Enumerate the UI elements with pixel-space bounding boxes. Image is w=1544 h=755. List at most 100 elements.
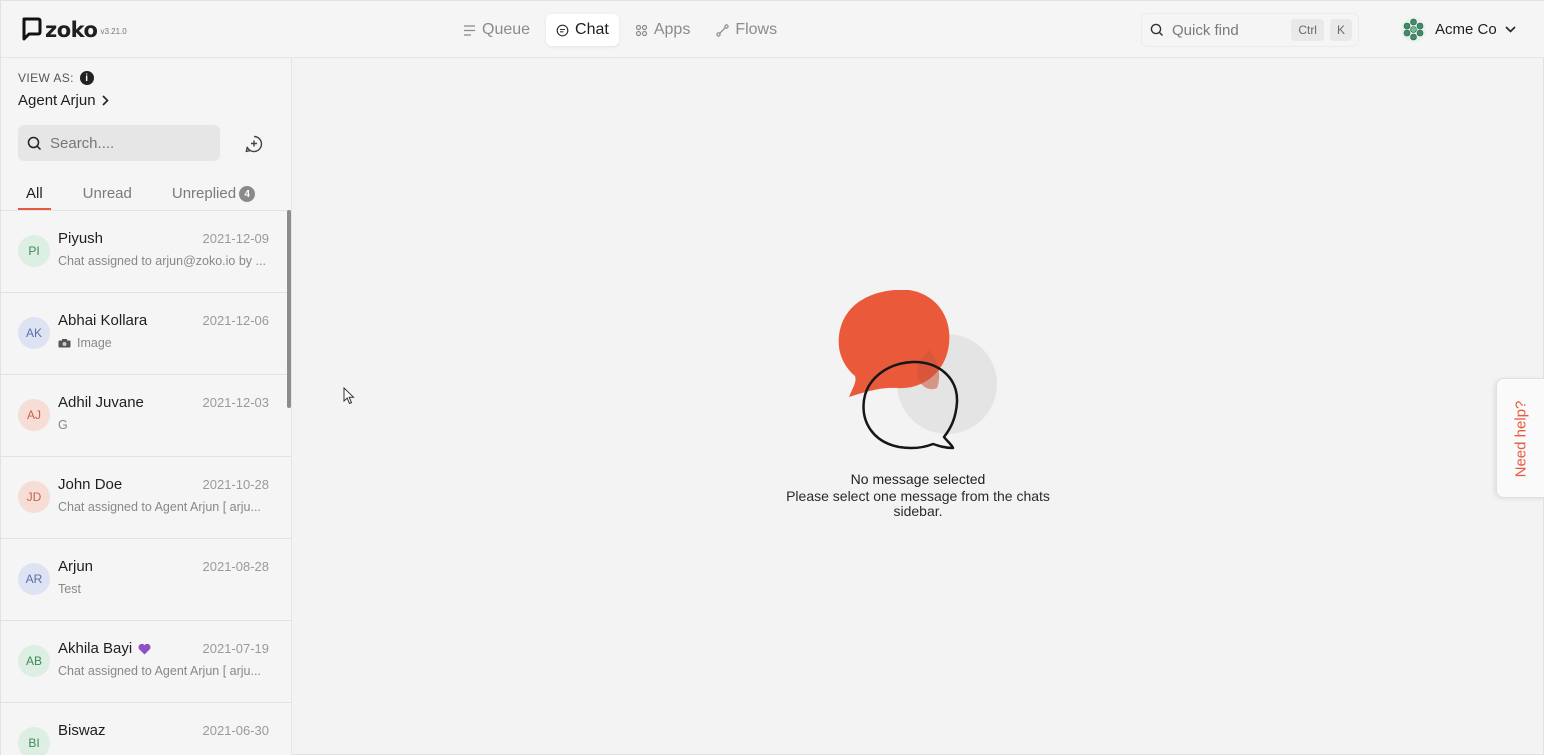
tab-unread[interactable]: Unread <box>75 178 140 210</box>
chat-date: 2021-07-19 <box>202 641 270 656</box>
avatar: AJ <box>18 399 50 431</box>
shortcut-key-ctrl: Ctrl <box>1291 19 1324 41</box>
chat-preview-text: G <box>58 418 68 432</box>
chat-list-scrollbar[interactable] <box>287 210 291 408</box>
app-version: v3.21.0 <box>100 27 127 36</box>
chevron-right-icon <box>101 95 109 106</box>
chat-content-area: No message selected Please select one me… <box>292 58 1544 755</box>
view-as-label: VIEW AS: <box>18 71 74 85</box>
chat-date: 2021-08-28 <box>202 559 270 574</box>
avatar: AK <box>18 317 50 349</box>
tab-all[interactable]: All <box>18 178 51 210</box>
logo-mark-icon <box>22 17 42 41</box>
chat-list-item[interactable]: JD John Doe 2021-10-28 Chat assigned to … <box>1 456 291 538</box>
quick-find-label: Quick find <box>1172 21 1239 39</box>
empty-chat-illustration-icon <box>838 290 997 450</box>
contact-name: Akhila Bayi <box>58 640 151 657</box>
chat-preview-text: Chat assigned to Agent Arjun [ arju... <box>58 500 261 514</box>
agent-name: Agent Arjun <box>18 92 96 109</box>
chat-list-item[interactable]: AK Abhai Kollara 2021-12-06 Image <box>1 292 291 374</box>
nav-apps-label: Apps <box>653 21 691 38</box>
chats-sidebar: VIEW AS: i Agent Arjun All Unread Unrepl… <box>1 58 292 755</box>
search-icon <box>1150 23 1163 36</box>
top-navigation-bar: zoko v3.21.0 Queue Chat Apps Flows Quick… <box>1 1 1544 58</box>
chat-preview: Chat assigned to arjun@zoko.io by ... <box>58 254 272 268</box>
chat-preview-text: Test <box>58 582 81 596</box>
org-logo-icon <box>1401 17 1426 42</box>
contact-name-text: Adhil Juvane <box>58 394 144 411</box>
avatar: BI <box>18 727 50 755</box>
chat-list-item[interactable]: PI Piyush 2021-12-09 Chat assigned to ar… <box>1 210 291 292</box>
search-icon <box>27 136 42 150</box>
need-help-button[interactable]: Need help? <box>1496 378 1544 498</box>
contact-name: Piyush <box>58 230 103 247</box>
chat-preview-text: Image <box>77 336 112 350</box>
contact-name-text: Abhai Kollara <box>58 312 148 329</box>
chat-preview-text: Chat assigned to Agent Arjun [ arju... <box>58 664 261 678</box>
apps-icon <box>635 24 647 36</box>
contact-name: Arjun <box>58 558 93 575</box>
avatar: AB <box>18 645 50 677</box>
chat-preview: G <box>58 418 272 432</box>
chat-date: 2021-06-30 <box>202 723 270 738</box>
chat-list-item[interactable]: BI Biswaz 2021-06-30 <box>1 702 291 755</box>
chat-preview: Test <box>58 582 272 596</box>
organization-switcher[interactable]: Acme Co <box>1400 16 1516 43</box>
chat-preview-text: Chat assigned to arjun@zoko.io by ... <box>58 254 266 268</box>
chat-list-item[interactable]: AR Arjun 2021-08-28 Test <box>1 538 291 620</box>
chat-date: 2021-10-28 <box>202 477 270 492</box>
chat-date: 2021-12-06 <box>202 313 270 328</box>
nav-queue-label: Queue <box>482 21 531 38</box>
contact-name: Adhil Juvane <box>58 394 144 411</box>
nav-flows[interactable]: Flows <box>706 14 787 46</box>
unreplied-count-badge: 4 <box>239 186 256 202</box>
chat-date: 2021-12-03 <box>202 395 270 410</box>
tab-unreplied-label: Unreplied <box>171 185 237 202</box>
chevron-down-icon <box>1505 26 1516 33</box>
tab-unreplied[interactable]: Unreplied 4 <box>164 178 263 210</box>
empty-state-subtitle: Please select one message from the chats… <box>786 488 1050 519</box>
contact-name-text: Piyush <box>58 230 104 247</box>
contact-name: John Doe <box>58 476 122 493</box>
avatar: PI <box>18 235 50 267</box>
contact-name: Abhai Kollara <box>58 312 147 329</box>
chat-preview: Chat assigned to Agent Arjun [ arju... <box>58 500 272 514</box>
search-input[interactable] <box>50 134 210 152</box>
quick-find-button[interactable]: Quick find Ctrl K <box>1141 13 1359 47</box>
nav-chat-label: Chat <box>575 21 609 38</box>
tab-all-label: All <box>26 185 43 202</box>
info-icon[interactable]: i <box>79 71 94 85</box>
avatar: AR <box>18 563 50 595</box>
view-as-label-row: VIEW AS: i <box>18 71 94 85</box>
empty-state-title: No message selected <box>850 471 986 487</box>
nav-queue[interactable]: Queue <box>453 14 540 46</box>
contact-name-text: Arjun <box>58 558 94 575</box>
chat-date: 2021-12-09 <box>202 231 270 246</box>
need-help-label: Need help? <box>1512 400 1530 478</box>
tab-unread-label: Unread <box>82 185 132 202</box>
nav-apps[interactable]: Apps <box>625 14 700 46</box>
queue-icon <box>464 24 475 36</box>
brand-name: zoko <box>45 18 98 42</box>
chat-list-item[interactable]: AJ Adhil Juvane 2021-12-03 G <box>1 374 291 456</box>
chat-icon <box>556 24 569 36</box>
zoko-logo[interactable]: zoko v3.21.0 <box>20 17 127 41</box>
chat-preview: Image <box>58 336 272 350</box>
contact-name-text: Biswaz <box>58 722 106 739</box>
main-nav: Queue Chat Apps Flows <box>453 14 787 46</box>
chat-preview: Chat assigned to Agent Arjun [ arju... <box>58 664 272 678</box>
org-name: Acme Co <box>1435 21 1497 38</box>
nav-chat[interactable]: Chat <box>546 14 619 46</box>
chat-list: PI Piyush 2021-12-09 Chat assigned to ar… <box>1 210 291 755</box>
contact-name-text: John Doe <box>58 476 123 493</box>
purple-heart-icon <box>138 643 151 654</box>
new-chat-icon[interactable] <box>244 134 264 154</box>
contact-name: Biswaz <box>58 722 106 739</box>
contact-name-text: Akhila Bayi <box>58 640 133 657</box>
chat-list-item[interactable]: AB Akhila Bayi 2021-07-19 Chat assigned … <box>1 620 291 702</box>
avatar: JD <box>18 481 50 513</box>
mouse-pointer-icon <box>343 387 355 405</box>
agent-selector[interactable]: Agent Arjun <box>18 92 109 109</box>
nav-flows-label: Flows <box>735 21 778 38</box>
chat-filter-tabs: All Unread Unreplied 4 <box>18 178 263 210</box>
